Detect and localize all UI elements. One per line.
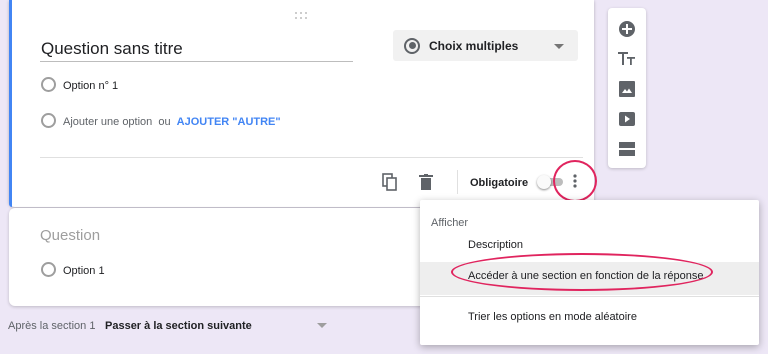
footer-separator <box>457 170 458 194</box>
image-icon[interactable] <box>617 79 637 99</box>
section-icon[interactable] <box>617 139 637 159</box>
required-label: Obligatoire <box>470 177 529 189</box>
side-toolbar <box>608 8 646 168</box>
next-section-select[interactable]: Passer à la section suivante <box>105 320 252 332</box>
menu-item-description[interactable]: Description <box>420 239 759 253</box>
duplicate-icon[interactable] <box>380 172 400 192</box>
annotation-ellipse <box>451 253 713 291</box>
drag-handle-icon[interactable] <box>295 12 309 20</box>
question-type-label: Choix multiples <box>429 38 519 53</box>
menu-item-shuffle[interactable]: Trier les options en mode aléatoire <box>420 311 759 325</box>
menu-item-label: Trier les options en mode aléatoire <box>468 311 637 323</box>
question-title-field[interactable]: Question sans titre <box>40 36 353 62</box>
menu-divider <box>420 296 759 297</box>
option-1-field[interactable]: Option n° 1 <box>63 80 118 92</box>
add-other-link[interactable]: AJOUTER "AUTRE" <box>177 116 281 128</box>
menu-item-label: Description <box>468 239 524 251</box>
card-divider <box>40 157 583 158</box>
menu-header: Afficher <box>431 217 469 229</box>
title-icon[interactable] <box>617 49 637 69</box>
video-icon[interactable] <box>617 109 637 129</box>
question-title-text: Question sans titre <box>41 39 183 58</box>
chevron-down-icon[interactable] <box>317 323 327 328</box>
question-card-active[interactable]: Question sans titre Choix multiples Opti… <box>9 0 594 207</box>
after-section-label: Après la section 1 <box>8 320 96 332</box>
more-options-button[interactable] <box>553 160 597 202</box>
question-type-dropdown[interactable]: Choix multiples <box>393 30 578 61</box>
delete-icon[interactable] <box>416 172 436 192</box>
add-option-row: Ajouter une option ou AJOUTER "AUTRE" <box>63 116 281 128</box>
add-option-link[interactable]: Ajouter une option <box>63 116 152 128</box>
chevron-down-icon <box>554 44 564 49</box>
more-vert-icon <box>573 174 577 188</box>
question2-title: Question <box>40 227 101 244</box>
radio-selected-icon <box>404 37 420 54</box>
add-option-radio-icon <box>41 113 56 128</box>
question2-option-1: Option 1 <box>63 265 105 277</box>
option-radio-icon <box>41 262 56 277</box>
add-question-icon[interactable] <box>617 19 637 39</box>
or-text: ou <box>158 116 171 128</box>
option-radio-icon <box>41 77 56 92</box>
